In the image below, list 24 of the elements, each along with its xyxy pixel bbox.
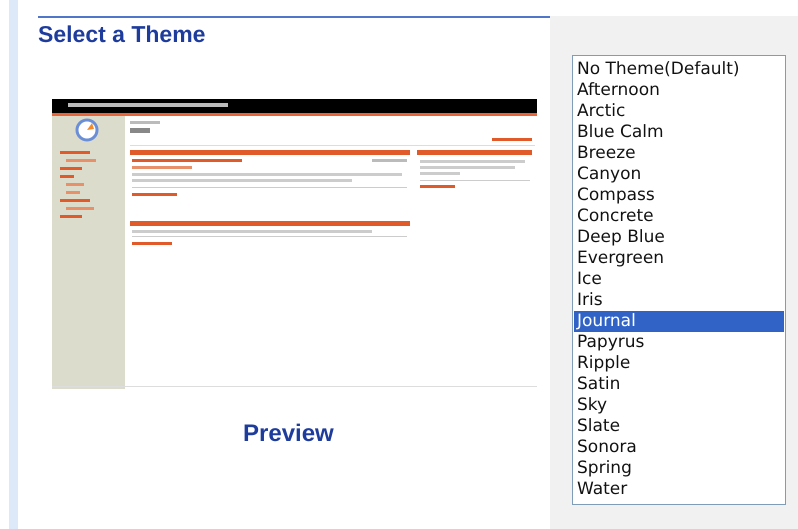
theme-option[interactable]: Ripple	[574, 353, 784, 374]
theme-option[interactable]: Deep Blue	[574, 227, 784, 248]
theme-option[interactable]: Compass	[574, 185, 784, 206]
theme-option[interactable]: Ice	[574, 269, 784, 290]
theme-option[interactable]: Slate	[574, 416, 784, 437]
theme-option[interactable]: Breeze	[574, 143, 784, 164]
theme-option[interactable]: Iris	[574, 290, 784, 311]
preview-label: Preview	[243, 420, 334, 448]
theme-option[interactable]: Papyrus	[574, 332, 784, 353]
theme-option[interactable]: Afternoon	[574, 80, 784, 101]
theme-option[interactable]: No Theme(Default)	[574, 59, 784, 80]
theme-option[interactable]: Evergreen	[574, 248, 784, 269]
theme-option[interactable]: Arctic	[574, 101, 784, 122]
theme-option[interactable]: Sonora	[574, 437, 784, 458]
theme-option[interactable]: Canyon	[574, 164, 784, 185]
theme-option[interactable]: Satin	[574, 374, 784, 395]
theme-list[interactable]: No Theme(Default) Afternoon Arctic Blue Calm Breeze Canyon Compass Concrete Deep Blue Evergreen Ice Iris Journal Papyrus Ripple Satin Sky Slate Sonora Spring Water	[572, 55, 786, 505]
theme-option[interactable]: Water	[574, 479, 784, 500]
theme-option[interactable]: Sky	[574, 395, 784, 416]
theme-option[interactable]: Journal	[574, 311, 784, 332]
theme-option[interactable]: Spring	[574, 458, 784, 479]
theme-option[interactable]: Concrete	[574, 206, 784, 227]
section-title: Select a Theme	[38, 21, 206, 48]
theme-option[interactable]: Blue Calm	[574, 122, 784, 143]
